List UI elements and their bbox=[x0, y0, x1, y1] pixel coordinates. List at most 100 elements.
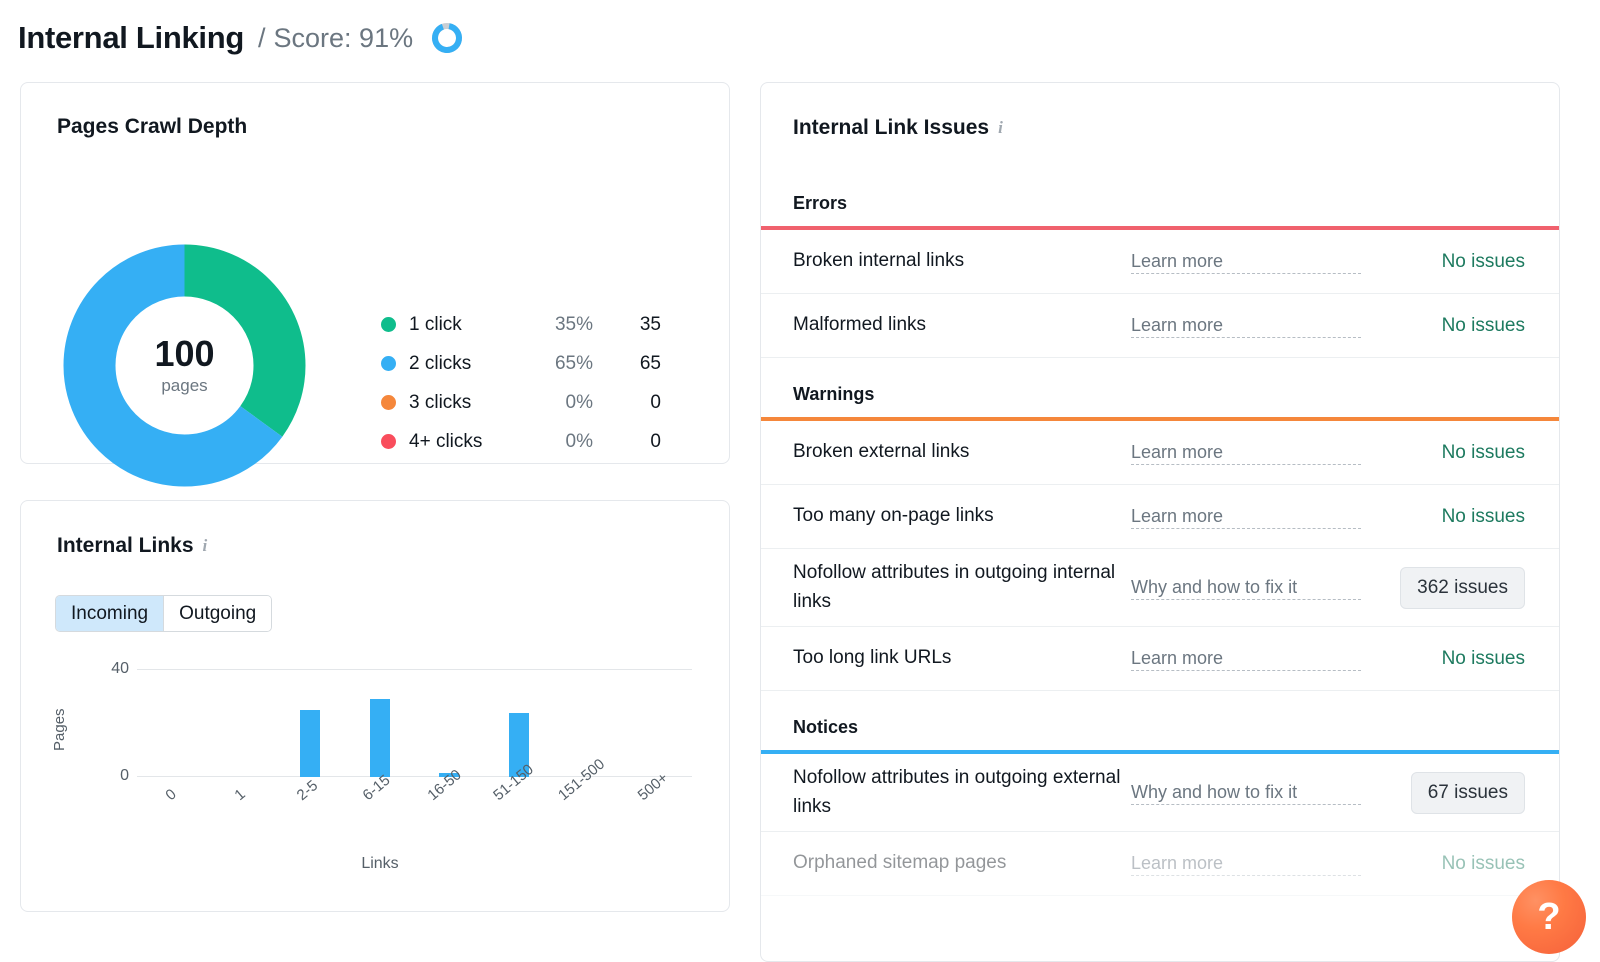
issue-row[interactable]: Too many on-page links Learn more No iss… bbox=[761, 485, 1559, 549]
page-title: Internal Linking bbox=[18, 20, 244, 56]
issue-row[interactable]: Orphaned sitemap pages Learn more No iss… bbox=[761, 832, 1559, 896]
issue-link-wrap: Learn more bbox=[1131, 440, 1361, 465]
issue-row[interactable]: Too long link URLs Learn more No issues bbox=[761, 627, 1559, 691]
x-tick-slot: 151-500 bbox=[553, 783, 622, 853]
issue-row[interactable]: Malformed links Learn more No issues bbox=[761, 294, 1559, 358]
x-tick-label: 0 bbox=[162, 786, 179, 804]
issue-row[interactable]: Broken external links Learn more No issu… bbox=[761, 421, 1559, 485]
help-icon: ? bbox=[1537, 896, 1560, 939]
bar-slot bbox=[484, 669, 553, 777]
issue-name: Orphaned sitemap pages bbox=[761, 849, 1131, 878]
tab-incoming[interactable]: Incoming bbox=[56, 596, 163, 631]
issue-name: Too many on-page links bbox=[761, 502, 1131, 531]
issue-status: No issues bbox=[1361, 442, 1559, 464]
issue-status: No issues bbox=[1361, 251, 1559, 273]
internal-linking-page: Internal Linking / Score: 91% Pages Craw… bbox=[0, 0, 1600, 962]
why-and-how-to-fix-it-link[interactable]: Why and how to fix it bbox=[1131, 575, 1361, 600]
legend-count: 35 bbox=[593, 314, 661, 336]
donut-svg bbox=[57, 238, 312, 493]
chart-x-axis-ticks: 0 1 2-5 6-15 16-50 51-150 151-500 500+ bbox=[137, 783, 692, 853]
section-notices: Notices Nofollow attributes in outgoing … bbox=[761, 691, 1559, 896]
section-title: Warnings bbox=[761, 384, 1559, 417]
issue-row[interactable]: Broken internal links Learn more No issu… bbox=[761, 230, 1559, 294]
x-tick-label: 2-5 bbox=[294, 777, 322, 804]
legend-item: 4+ clicks 0% 0 bbox=[381, 422, 661, 461]
section-title: Notices bbox=[761, 717, 1559, 750]
issue-badge-wrap: 67 issues bbox=[1361, 772, 1559, 814]
section-warnings: Warnings Broken external links Learn mor… bbox=[761, 358, 1559, 691]
bar-slot bbox=[623, 669, 692, 777]
bar-slot bbox=[415, 669, 484, 777]
learn-more-link[interactable]: Learn more bbox=[1131, 851, 1361, 876]
legend-dot-icon bbox=[381, 434, 396, 449]
legend-percent: 35% bbox=[519, 314, 593, 336]
learn-more-link[interactable]: Learn more bbox=[1131, 504, 1361, 529]
issue-link-wrap: Learn more bbox=[1131, 504, 1361, 529]
issue-row[interactable]: Nofollow attributes in outgoing external… bbox=[761, 754, 1559, 832]
x-tick-slot: 1 bbox=[206, 783, 275, 853]
info-icon[interactable]: i bbox=[998, 118, 1003, 138]
why-and-how-to-fix-it-link[interactable]: Why and how to fix it bbox=[1131, 780, 1361, 805]
learn-more-link[interactable]: Learn more bbox=[1131, 646, 1361, 671]
legend-dot-icon bbox=[381, 356, 396, 371]
legend-count: 65 bbox=[593, 353, 661, 375]
issues-count-badge[interactable]: 67 issues bbox=[1411, 772, 1525, 814]
score-ring-icon bbox=[431, 22, 463, 54]
issue-status: No issues bbox=[1361, 315, 1559, 337]
chart-y-axis-label: Pages bbox=[51, 708, 68, 751]
links-direction-toggle[interactable]: Incoming Outgoing bbox=[55, 595, 272, 632]
bar-slot bbox=[206, 669, 275, 777]
learn-more-link[interactable]: Learn more bbox=[1131, 249, 1361, 274]
info-icon[interactable]: i bbox=[203, 536, 208, 556]
tab-outgoing[interactable]: Outgoing bbox=[164, 596, 271, 631]
legend-label: 1 click bbox=[409, 314, 519, 336]
issue-row[interactable]: Nofollow attributes in outgoing internal… bbox=[761, 549, 1559, 627]
legend-dot-icon bbox=[381, 317, 396, 332]
legend-count: 0 bbox=[593, 431, 661, 453]
issue-status: No issues bbox=[1361, 648, 1559, 670]
bar-slot bbox=[553, 669, 622, 777]
section-errors: Errors Broken internal links Learn more … bbox=[761, 167, 1559, 358]
link-issues-title: Internal Link Issues i bbox=[793, 116, 1003, 140]
x-tick-label: 1 bbox=[231, 786, 248, 804]
internal-link-issues-card: Internal Link Issues i Errors Broken inte… bbox=[760, 82, 1560, 962]
legend-count: 0 bbox=[593, 392, 661, 414]
learn-more-link[interactable]: Learn more bbox=[1131, 313, 1361, 338]
page-header: Internal Linking / Score: 91% bbox=[18, 14, 463, 62]
internal-links-title: Internal Linksi bbox=[57, 534, 207, 558]
help-button[interactable]: ? bbox=[1512, 880, 1586, 954]
legend-item: 3 clicks 0% 0 bbox=[381, 383, 661, 422]
issue-name: Nofollow attributes in outgoing internal… bbox=[761, 559, 1131, 616]
bar-slot bbox=[345, 669, 414, 777]
issue-link-wrap: Why and how to fix it bbox=[1131, 780, 1361, 805]
link-issues-title-text: Internal Link Issues bbox=[793, 116, 989, 139]
issue-name: Broken external links bbox=[761, 438, 1131, 467]
bar-group bbox=[137, 669, 692, 777]
issue-name: Nofollow attributes in outgoing external… bbox=[761, 764, 1131, 821]
legend-percent: 0% bbox=[519, 431, 593, 453]
issue-link-wrap: Learn more bbox=[1131, 646, 1361, 671]
y-tick-40: 40 bbox=[111, 660, 129, 678]
title-separator: / bbox=[258, 23, 266, 54]
legend-item: 1 click 35% 35 bbox=[381, 305, 661, 344]
issue-name: Broken internal links bbox=[761, 247, 1131, 276]
bar[interactable] bbox=[370, 699, 390, 777]
legend-label: 3 clicks bbox=[409, 392, 519, 414]
legend-item: 2 clicks 65% 65 bbox=[381, 344, 661, 383]
x-tick-slot: 0 bbox=[137, 783, 206, 853]
x-tick-slot: 51-150 bbox=[484, 783, 553, 853]
internal-links-bar-chart: Pages 40 0 0 1 2-5 6-15 16-50 51-150 bbox=[55, 655, 705, 890]
legend-dot-icon bbox=[381, 395, 396, 410]
bar[interactable] bbox=[300, 710, 320, 777]
score-label: Score: 91% bbox=[274, 23, 414, 54]
issues-list: Errors Broken internal links Learn more … bbox=[761, 167, 1559, 896]
crawl-depth-title: Pages Crawl Depth bbox=[57, 115, 247, 139]
crawl-depth-donut-chart: 100 pages bbox=[57, 238, 312, 493]
legend-percent: 0% bbox=[519, 392, 593, 414]
issues-count-badge[interactable]: 362 issues bbox=[1400, 567, 1525, 609]
issue-link-wrap: Why and how to fix it bbox=[1131, 575, 1361, 600]
issue-name: Malformed links bbox=[761, 311, 1131, 340]
learn-more-link[interactable]: Learn more bbox=[1131, 440, 1361, 465]
bar-slot bbox=[137, 669, 206, 777]
issue-name: Too long link URLs bbox=[761, 644, 1131, 673]
